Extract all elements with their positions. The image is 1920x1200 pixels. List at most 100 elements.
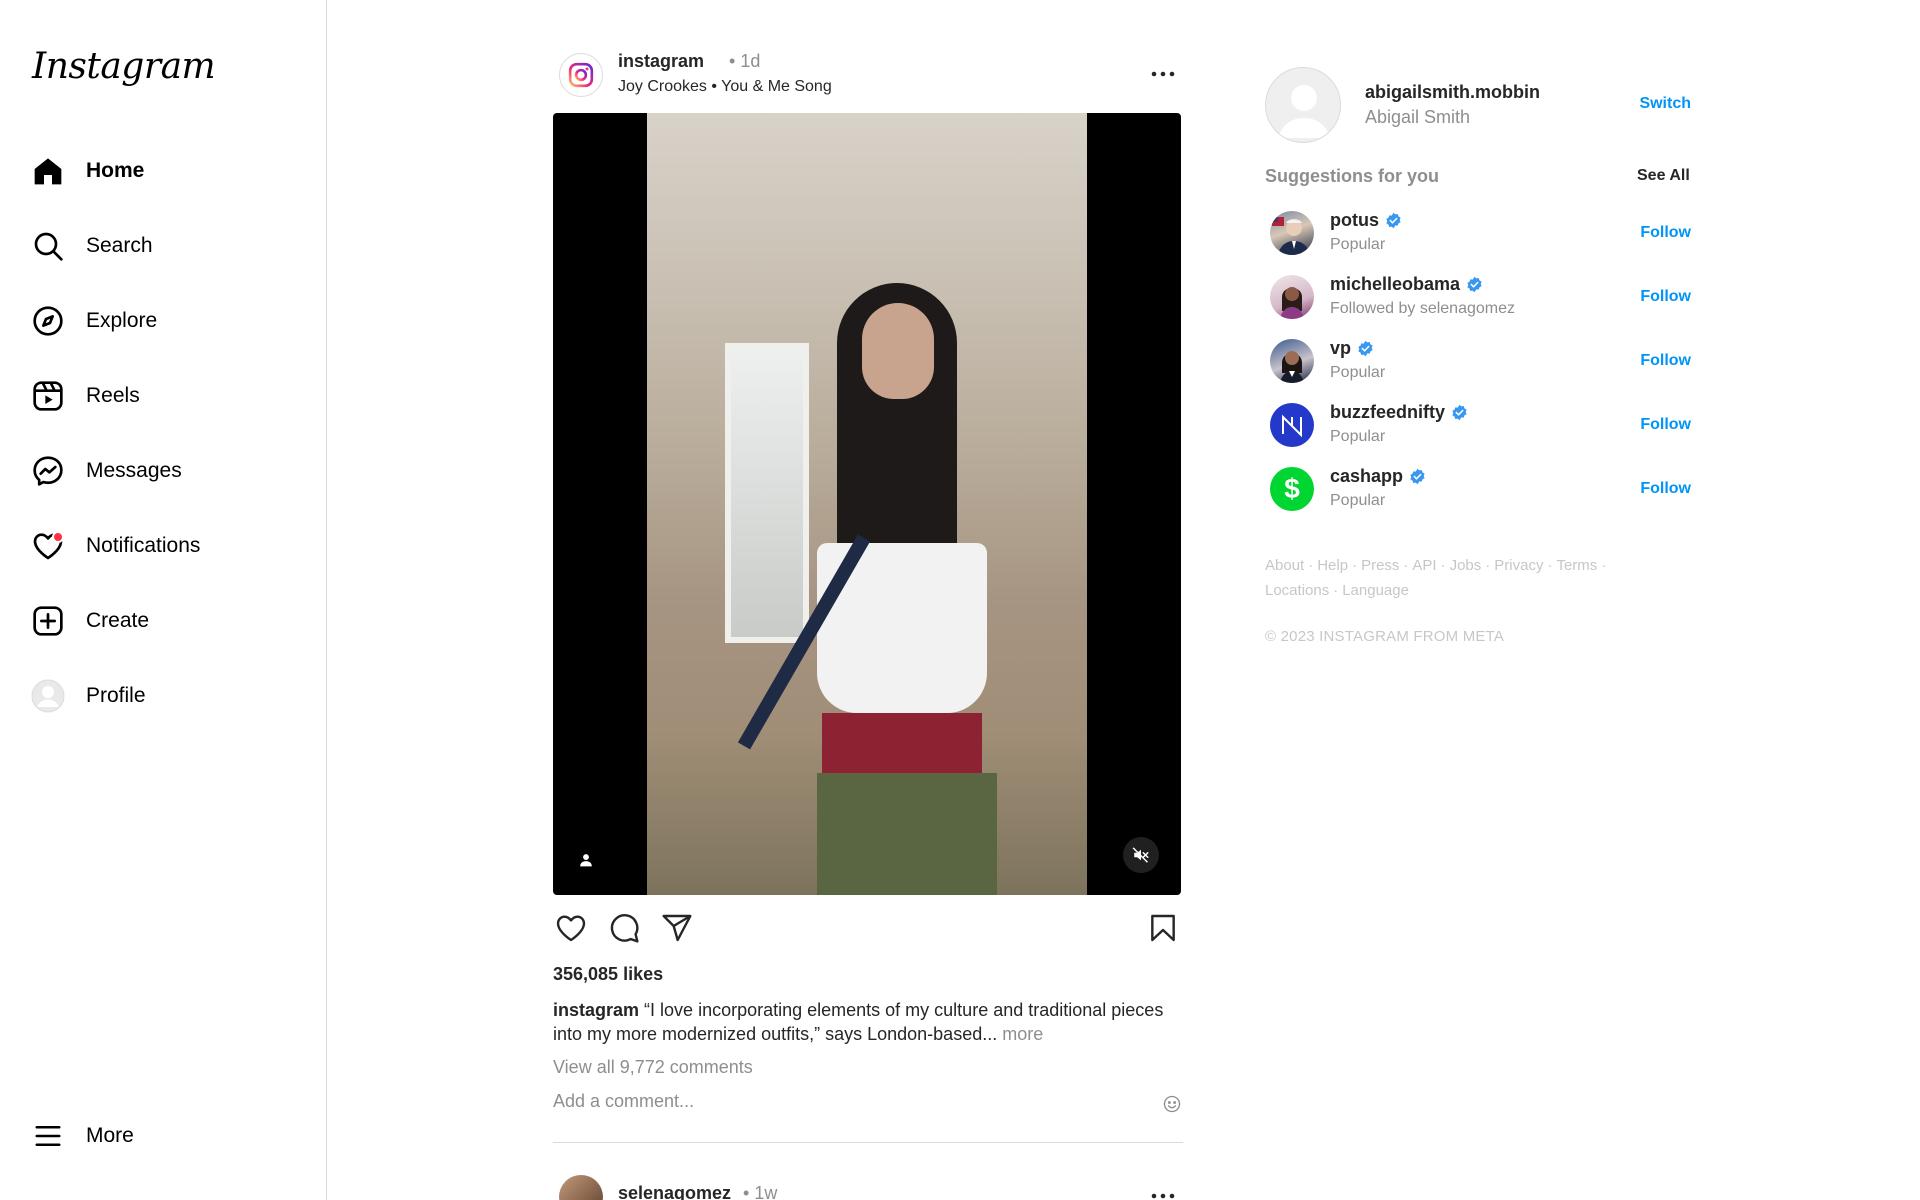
suggestion-subtitle: Popular xyxy=(1330,428,1386,445)
like-heart-icon[interactable] xyxy=(553,910,589,946)
footer-link-about[interactable]: About xyxy=(1265,557,1304,574)
follow-button[interactable]: Follow xyxy=(1640,288,1691,306)
nav-home-label: Home xyxy=(86,159,145,182)
next-post-more-options-icon[interactable] xyxy=(1147,1186,1179,1200)
suggestions-title: Suggestions for you xyxy=(1265,166,1440,186)
suggestion-avatar-vp[interactable] xyxy=(1270,339,1314,383)
follow-button[interactable]: Follow xyxy=(1640,224,1691,242)
compass-icon xyxy=(24,297,72,345)
share-send-icon[interactable] xyxy=(659,910,695,946)
save-bookmark-icon[interactable] xyxy=(1145,910,1181,946)
suggestion-avatar-michelleobama[interactable] xyxy=(1270,275,1314,319)
suggestion-item: buzzfeednifty Popular Follow xyxy=(1265,397,1695,453)
suggestion-username[interactable]: vp xyxy=(1330,338,1374,359)
suggestion-username[interactable]: cashapp xyxy=(1330,466,1426,487)
suggestion-username-text[interactable]: potus xyxy=(1330,210,1379,231)
follow-button[interactable]: Follow xyxy=(1640,352,1691,370)
nav-messages[interactable]: Messages xyxy=(24,443,304,499)
footer-link-jobs[interactable]: Jobs xyxy=(1450,557,1482,574)
current-account-username[interactable]: abigailsmith.mobbin xyxy=(1365,82,1540,103)
view-all-comments-link[interactable]: View all 9,772 comments xyxy=(553,1057,753,1078)
mute-icon[interactable] xyxy=(1123,837,1159,873)
nav-explore[interactable]: Explore xyxy=(24,293,304,349)
footer-link-press[interactable]: Press xyxy=(1361,557,1399,574)
more-options-icon[interactable] xyxy=(1147,58,1179,90)
hamburger-menu-icon xyxy=(24,1112,72,1160)
nav-explore-label: Explore xyxy=(86,309,158,332)
footer-link-help[interactable]: Help xyxy=(1317,557,1348,574)
suggestion-username[interactable]: michelleobama xyxy=(1330,274,1483,295)
post-video[interactable] xyxy=(553,113,1181,895)
post-header: instagram • 1d Joy Crookes • You & Me So… xyxy=(553,48,1183,100)
suggestion-item: potus Popular Follow xyxy=(1265,205,1695,261)
nav-search-label: Search xyxy=(86,234,153,257)
nav-more-label: More xyxy=(86,1124,134,1147)
nav-more[interactable]: More xyxy=(24,1108,304,1164)
search-icon xyxy=(24,222,72,270)
see-all-link[interactable]: See All xyxy=(1637,167,1690,185)
suggestion-username-text[interactable]: vp xyxy=(1330,338,1351,359)
switch-account-button[interactable]: Switch xyxy=(1639,95,1691,113)
home-icon xyxy=(24,147,72,195)
suggestion-item: vp Popular Follow xyxy=(1265,333,1695,389)
nav-create[interactable]: Create xyxy=(24,593,304,649)
current-account: abigailsmith.mobbin Abigail Smith Switch xyxy=(1265,67,1695,143)
reels-icon xyxy=(24,372,72,420)
footer-link-api[interactable]: API xyxy=(1412,557,1436,574)
follow-button[interactable]: Follow xyxy=(1640,480,1691,498)
verified-badge-icon xyxy=(1451,404,1468,421)
audio-song[interactable]: You & Me Song xyxy=(721,78,832,95)
nav-home[interactable]: Home xyxy=(24,143,304,199)
current-account-name: Abigail Smith xyxy=(1365,107,1471,127)
suggestion-avatar-cashapp[interactable]: $ xyxy=(1270,467,1314,511)
post-timestamp: • 1d xyxy=(729,51,761,71)
sidebar: Instagram Home Search Explore Reels Mess… xyxy=(0,0,327,1200)
nav-notifications[interactable]: Notifications xyxy=(24,518,304,574)
nav-reels[interactable]: Reels xyxy=(24,368,304,424)
verified-badge-icon xyxy=(1385,212,1402,229)
next-post-username[interactable]: selenagomez xyxy=(618,1183,731,1200)
suggestion-username-text[interactable]: buzzfeednifty xyxy=(1330,402,1445,423)
tagged-user-icon[interactable] xyxy=(575,849,597,871)
follow-button[interactable]: Follow xyxy=(1640,416,1691,434)
post-author-username[interactable]: instagram xyxy=(618,51,704,72)
emoji-icon[interactable] xyxy=(1161,1093,1183,1115)
copyright-text: © 2023 INSTAGRAM FROM META xyxy=(1265,628,1505,645)
footer-link-terms[interactable]: Terms xyxy=(1556,557,1597,574)
heart-icon xyxy=(24,522,72,570)
verified-badge-icon xyxy=(1466,276,1483,293)
add-comment-row xyxy=(553,1091,1183,1117)
suggestion-subtitle: Popular xyxy=(1330,236,1386,253)
next-post-timestamp: • 1w xyxy=(743,1183,777,1200)
footer-link-language[interactable]: Language xyxy=(1342,582,1409,599)
caption-more-link[interactable]: more xyxy=(1002,1024,1043,1044)
nav-profile[interactable]: Profile xyxy=(24,668,304,724)
post-audio[interactable]: Joy Crookes • You & Me Song xyxy=(618,78,832,96)
suggestion-avatar-potus[interactable] xyxy=(1270,211,1314,255)
nav-search[interactable]: Search xyxy=(24,218,304,274)
caption-username[interactable]: instagram xyxy=(553,1000,639,1020)
comment-input[interactable] xyxy=(553,1091,1133,1112)
audio-artist[interactable]: Joy Crookes xyxy=(618,78,707,95)
suggestion-subtitle: Popular xyxy=(1330,364,1386,381)
suggestion-avatar-buzzfeednifty[interactable] xyxy=(1270,403,1314,447)
suggestion-username[interactable]: buzzfeednifty xyxy=(1330,402,1468,423)
next-post-avatar[interactable] xyxy=(559,1175,603,1200)
comment-bubble-icon[interactable] xyxy=(606,910,642,946)
suggestion-username-text[interactable]: michelleobama xyxy=(1330,274,1460,295)
nav-reels-label: Reels xyxy=(86,384,140,407)
caption-text: “I love incorporating elements of my cul… xyxy=(553,1000,1164,1044)
post-author-avatar[interactable] xyxy=(559,53,603,97)
suggestion-username[interactable]: potus xyxy=(1330,210,1402,231)
suggestion-item: michelleobama Followed by selenagomez Fo… xyxy=(1265,269,1695,325)
footer-link-privacy[interactable]: Privacy xyxy=(1494,557,1543,574)
messenger-icon xyxy=(24,447,72,495)
current-account-avatar[interactable] xyxy=(1265,67,1341,143)
like-count[interactable]: 356,085 likes xyxy=(553,964,663,985)
footer-link-locations[interactable]: Locations xyxy=(1265,582,1329,599)
nav-messages-label: Messages xyxy=(86,459,182,482)
video-window-decor xyxy=(725,343,809,643)
nav-notifications-label: Notifications xyxy=(86,534,201,557)
instagram-logo[interactable]: Instagram xyxy=(32,46,216,87)
suggestion-username-text[interactable]: cashapp xyxy=(1330,466,1403,487)
